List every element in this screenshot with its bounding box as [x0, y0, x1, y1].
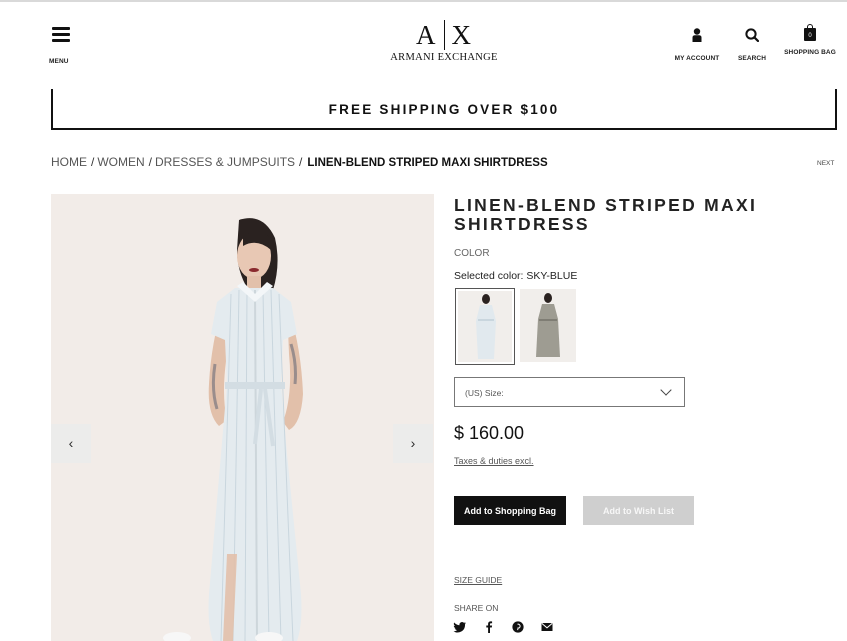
breadcrumb-separator: / — [299, 155, 303, 169]
hamburger-icon — [52, 27, 70, 42]
gallery-next-button[interactable]: › — [393, 424, 433, 463]
chevron-down-icon — [660, 384, 672, 396]
armani-exchange-logo[interactable]: AX ARMANI EXCHANGE — [385, 20, 503, 63]
product-title: LINEN-BLEND STRIPED MAXI SHIRTDRESS — [454, 195, 758, 234]
chevron-left-icon: ‹ — [68, 435, 74, 451]
taxes-duties-link[interactable]: Taxes & duties excl. — [454, 456, 534, 466]
my-account-label: MY ACCOUNT — [674, 55, 720, 62]
add-to-bag-button[interactable]: Add to Shopping Bag — [454, 496, 566, 525]
breadcrumb-separator: / — [148, 155, 153, 169]
user-icon — [692, 28, 702, 42]
free-shipping-banner: FREE SHIPPING OVER $100 — [51, 89, 837, 130]
chevron-right-icon: › — [410, 435, 416, 451]
breadcrumb-women[interactable]: WOMEN — [97, 155, 144, 169]
menu-button[interactable]: MENU — [49, 27, 71, 65]
menu-label: MENU — [49, 58, 69, 65]
gallery-prev-button[interactable]: ‹ — [51, 424, 91, 463]
size-guide-link[interactable]: SIZE GUIDE — [454, 575, 502, 585]
model-in-dress-image — [163, 218, 303, 641]
shopping-bag-icon: 0 — [804, 24, 816, 41]
product-price: $ 160.00 — [454, 423, 525, 443]
color-label: COLOR — [454, 248, 490, 259]
logo-letter-x: X — [451, 20, 472, 50]
mail-icon[interactable] — [540, 620, 554, 634]
next-product-link[interactable]: NEXT — [817, 160, 834, 167]
logo-letter-a: A — [416, 20, 437, 50]
color-swatch-sky-blue[interactable] — [455, 288, 515, 365]
logo-wordmark: ARMANI EXCHANGE — [390, 52, 498, 63]
color-swatch-grey[interactable] — [520, 289, 576, 362]
breadcrumb-dresses[interactable]: DRESSES & JUMPSUITS — [155, 155, 295, 169]
twitter-icon[interactable] — [453, 620, 467, 634]
share-label: SHARE ON — [454, 603, 499, 613]
shopping-bag-label: SHOPPING BAG — [784, 49, 836, 56]
top-divider — [0, 0, 847, 2]
breadcrumb-separator: / — [91, 155, 95, 169]
my-account-button[interactable]: MY ACCOUNT — [670, 28, 724, 62]
search-icon — [745, 28, 760, 43]
search-label: SEARCH — [737, 55, 767, 62]
selected-color-text: Selected color: SKY-BLUE — [454, 270, 578, 282]
shopping-bag-button[interactable]: 0 SHOPPING BAG — [782, 24, 838, 56]
facebook-icon[interactable] — [482, 620, 496, 634]
breadcrumb-home[interactable]: HOME — [51, 155, 87, 169]
swatch-sky-blue-image — [476, 294, 496, 359]
size-dropdown[interactable]: (US) Size: — [454, 377, 685, 407]
breadcrumb-current: LINEN-BLEND STRIPED MAXI SHIRTDRESS — [307, 157, 548, 169]
pinterest-icon[interactable] — [511, 620, 525, 634]
add-to-wishlist-button[interactable]: Add to Wish List — [583, 496, 694, 525]
swatch-grey-image — [536, 293, 560, 357]
search-button[interactable]: SEARCH — [733, 28, 771, 62]
product-image[interactable] — [51, 194, 434, 641]
bag-count: 0 — [808, 33, 812, 39]
breadcrumb: HOME / WOMEN / DRESSES & JUMPSUITS / LINEN-BLE… — [51, 155, 548, 169]
size-placeholder: (US) Size: — [465, 388, 504, 398]
